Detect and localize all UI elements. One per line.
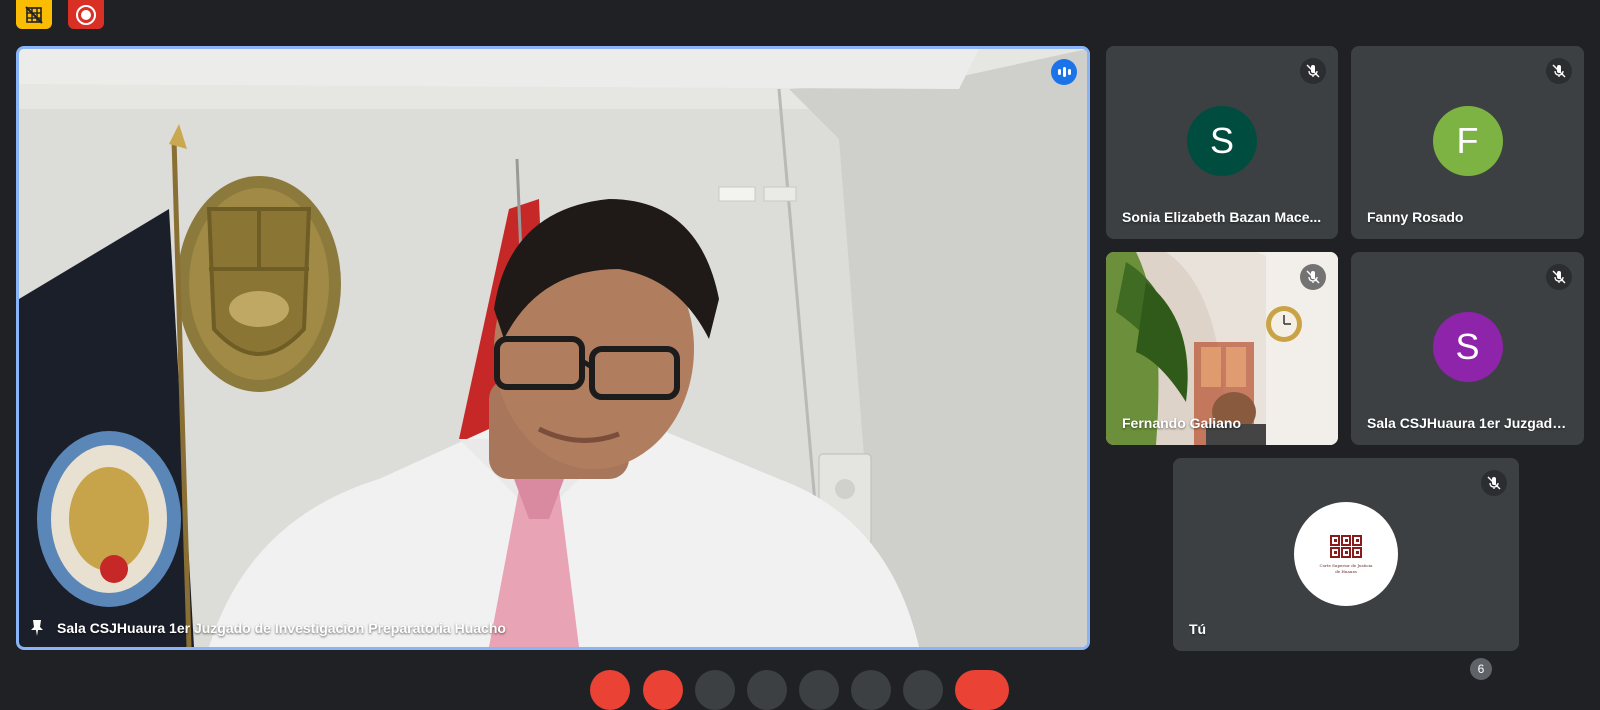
mic-off-icon (1481, 470, 1507, 496)
participant-tile[interactable]: S Sala CSJHuaura 1er Juzgado... (1351, 252, 1584, 445)
captions-button[interactable] (695, 670, 735, 710)
main-speaker-name: Sala CSJHuaura 1er Juzgado de Investigac… (57, 620, 506, 636)
record-icon (76, 4, 96, 25)
pin-icon (31, 620, 43, 636)
participant-name: Fanny Rosado (1367, 209, 1464, 225)
participant-name: Sonia Elizabeth Bazan Mace... (1122, 209, 1322, 225)
more-options-button[interactable] (903, 670, 943, 710)
mic-off-icon (1300, 58, 1326, 84)
grid-off-icon (25, 5, 43, 24)
self-tile[interactable]: Corte Superior de Justicia de Huaura Tú (1173, 458, 1519, 651)
participant-tile[interactable]: Fernando Galiano (1106, 252, 1338, 445)
participant-tile[interactable]: F Fanny Rosado (1351, 46, 1584, 239)
participant-name: Fernando Galiano (1122, 415, 1242, 431)
self-avatar-logo: Corte Superior de Justicia de Huaura (1294, 502, 1398, 606)
participant-avatar: S (1432, 312, 1503, 382)
participant-name: Sala CSJHuaura 1er Juzgado... (1367, 415, 1568, 431)
mic-off-icon (1546, 264, 1572, 290)
record-button[interactable] (68, 0, 104, 29)
control-bar (0, 670, 1600, 710)
participant-avatar: F (1432, 106, 1503, 176)
participant-avatar: S (1187, 106, 1257, 176)
camera-toggle-button[interactable] (643, 670, 683, 710)
mic-toggle-button[interactable] (590, 670, 630, 710)
main-speaker-tile[interactable]: Sala CSJHuaura 1er Juzgado de Investigac… (16, 46, 1090, 650)
leave-call-button[interactable] (955, 670, 1009, 710)
present-button[interactable] (799, 670, 839, 710)
court-logo-text: Corte Superior de Justicia de Huaura (1319, 563, 1373, 574)
hand-raise-button[interactable] (747, 670, 787, 710)
grid-off-button[interactable] (16, 0, 52, 29)
main-speaker-name-row: Sala CSJHuaura 1er Juzgado de Investigac… (29, 619, 506, 637)
court-logo-icon (1330, 535, 1362, 559)
participant-tile[interactable]: S Sonia Elizabeth Bazan Mace... (1106, 46, 1338, 239)
activities-button[interactable] (851, 670, 891, 710)
speaking-indicator-icon (1051, 59, 1077, 85)
participant-count-badge: 6 (1470, 658, 1492, 680)
mic-off-icon (1546, 58, 1572, 84)
main-speaker-video (19, 49, 1087, 647)
self-name: Tú (1189, 621, 1207, 637)
mic-off-icon (1300, 264, 1326, 290)
